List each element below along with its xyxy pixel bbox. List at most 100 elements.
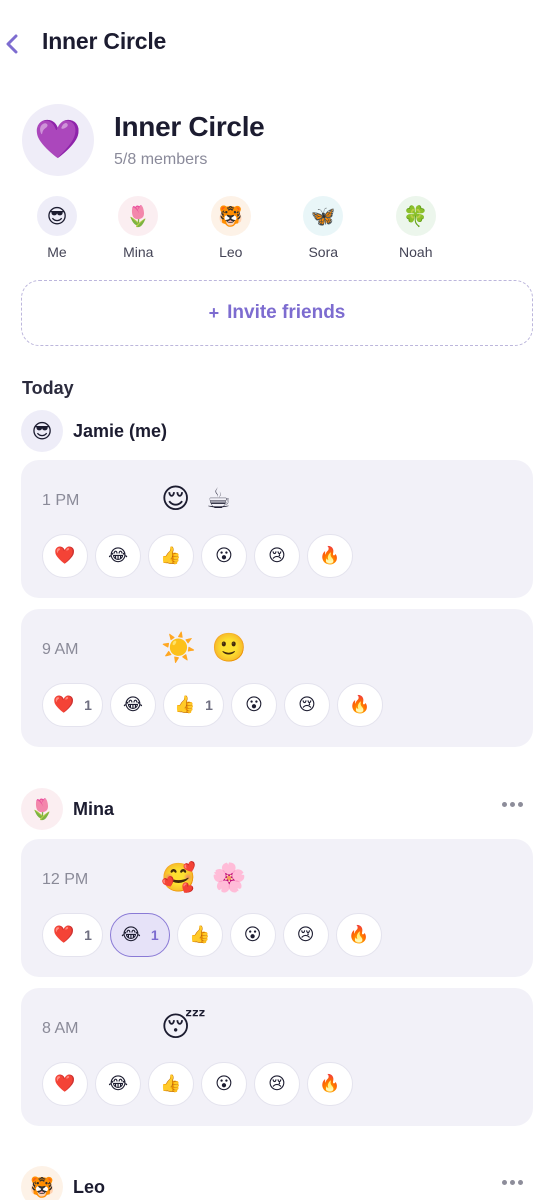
reaction-thumbs-up-button[interactable]: 👍 1 bbox=[162, 683, 224, 727]
reaction-bar: ❤️ 😂 👍 😮 😢 🔥 bbox=[42, 1062, 353, 1106]
heart-icon: ❤️ bbox=[54, 1074, 76, 1093]
fire-icon: 🔥 bbox=[348, 925, 370, 944]
group-name: Inner Circle bbox=[114, 111, 265, 142]
sad-icon: 😢 bbox=[296, 925, 315, 944]
reaction-wow-button[interactable]: 😮 bbox=[230, 683, 277, 727]
reaction-count: 1 bbox=[84, 927, 92, 943]
reaction-sad-button[interactable]: 😢 bbox=[254, 534, 300, 578]
member-avatar: 🌷 bbox=[118, 196, 159, 236]
reaction-thumbs-up-button[interactable]: 👍 bbox=[148, 534, 194, 578]
post-emojis: 😴 bbox=[161, 1011, 210, 1042]
fire-icon: 🔥 bbox=[349, 695, 371, 714]
reaction-thumbs-up-button[interactable]: 👍 bbox=[176, 913, 223, 957]
reaction-wow-button[interactable]: 😮 bbox=[229, 913, 276, 957]
user-header-jamie: 😎 Jamie (me) bbox=[21, 410, 533, 452]
wow-icon: 😮 bbox=[215, 546, 233, 565]
reaction-laugh-button[interactable]: 😂 bbox=[109, 683, 156, 727]
reaction-laugh-button[interactable]: 😂 1 bbox=[109, 913, 170, 957]
heart-icon: ❤️ bbox=[54, 546, 76, 565]
laugh-icon: 😂 bbox=[108, 546, 128, 565]
sad-icon: 😢 bbox=[268, 546, 286, 565]
chevron-left-icon bbox=[6, 34, 18, 54]
member-me[interactable]: 😎 Me bbox=[22, 196, 92, 260]
wow-icon: 😮 bbox=[243, 925, 262, 944]
reaction-bar: ❤️ 😂 👍 😮 😢 🔥 bbox=[42, 534, 353, 578]
page-title: Inner Circle bbox=[42, 28, 167, 54]
post-card: 8 AM 😴 ❤️ 😂 👍 😮 😢 🔥 bbox=[21, 988, 533, 1126]
reaction-thumbs-up-button[interactable]: 👍 bbox=[148, 1062, 194, 1106]
post-card: 12 PM 🥰 🌸 ❤️ 1 😂 1 👍 😮 😢 🔥 bbox=[21, 839, 533, 977]
post-time: 12 PM bbox=[42, 871, 89, 888]
member-leo[interactable]: 🐯 Leo bbox=[185, 196, 278, 260]
more-options-icon[interactable] bbox=[502, 802, 523, 807]
member-list: 😎 Me 🌷 Mina 🐯 Leo 🦋 Sora 🍀 Noah bbox=[22, 196, 462, 260]
sad-icon: 😢 bbox=[268, 1074, 286, 1093]
avatar: 🌷 bbox=[21, 788, 63, 830]
post-emojis: 😌 ☕ bbox=[161, 483, 236, 514]
post-emojis: 🥰 🌸 bbox=[161, 862, 251, 893]
reaction-heart-button[interactable]: ❤️ bbox=[42, 534, 88, 578]
member-count: 5/8 members bbox=[114, 151, 208, 168]
reaction-sad-button[interactable]: 😢 bbox=[282, 913, 329, 957]
reaction-laugh-button[interactable]: 😂 bbox=[95, 534, 141, 578]
post-time: 8 AM bbox=[42, 1020, 79, 1037]
member-avatar: 🍀 bbox=[395, 196, 436, 236]
plus-icon: + bbox=[208, 302, 220, 323]
user-name: Jamie (me) bbox=[73, 420, 168, 441]
post-card: 1 PM 😌 ☕ ❤️ 😂 👍 😮 😢 🔥 bbox=[21, 460, 533, 598]
reaction-count: 1 bbox=[150, 927, 159, 943]
user-name: Leo bbox=[73, 1176, 106, 1197]
reaction-fire-button[interactable]: 🔥 bbox=[307, 1062, 353, 1106]
heart-icon: ❤️ bbox=[53, 925, 75, 944]
laugh-icon: 😂 bbox=[120, 925, 141, 944]
post-time: 9 AM bbox=[42, 641, 79, 658]
post-card: 9 AM ☀️ 🙂 ❤️ 1 😂 👍 1 😮 😢 🔥 bbox=[21, 609, 533, 747]
reaction-wow-button[interactable]: 😮 bbox=[201, 534, 247, 578]
more-options-icon[interactable] bbox=[502, 1180, 523, 1185]
reaction-count: 1 bbox=[84, 697, 92, 713]
member-avatar: 😎 bbox=[37, 196, 77, 236]
reaction-wow-button[interactable]: 😮 bbox=[201, 1062, 247, 1106]
reaction-heart-button[interactable]: ❤️ 1 bbox=[42, 683, 103, 727]
laugh-icon: 😂 bbox=[123, 695, 143, 714]
user-name: Mina bbox=[73, 798, 115, 819]
user-header-leo: 🐯 Leo bbox=[21, 1166, 533, 1200]
wow-icon: 😮 bbox=[215, 1074, 233, 1093]
invite-label: Invite friends bbox=[227, 302, 346, 323]
member-noah[interactable]: 🍀 Noah bbox=[370, 196, 463, 260]
reaction-bar: ❤️ 1 😂 1 👍 😮 😢 🔥 bbox=[42, 913, 382, 957]
heart-icon: ❤️ bbox=[53, 695, 75, 714]
sad-icon: 😢 bbox=[298, 695, 316, 714]
avatar: 😎 bbox=[21, 410, 63, 452]
invite-friends-button[interactable]: + Invite friends bbox=[21, 280, 533, 346]
reaction-heart-button[interactable]: ❤️ bbox=[42, 1062, 88, 1106]
reaction-fire-button[interactable]: 🔥 bbox=[336, 683, 383, 727]
member-name: Noah bbox=[399, 244, 433, 260]
reaction-laugh-button[interactable]: 😂 bbox=[95, 1062, 141, 1106]
fire-icon: 🔥 bbox=[319, 1074, 341, 1093]
group-avatar: 💜 bbox=[22, 104, 94, 176]
thumbs-up-icon: 👍 bbox=[173, 695, 196, 714]
member-avatar: 🐯 bbox=[210, 196, 251, 236]
avatar: 🐯 bbox=[21, 1166, 63, 1200]
back-button[interactable] bbox=[2, 28, 22, 60]
post-time: 1 PM bbox=[42, 492, 80, 509]
member-avatar: 🦋 bbox=[303, 196, 344, 236]
member-name: Sora bbox=[308, 244, 339, 260]
member-mina[interactable]: 🌷 Mina bbox=[92, 196, 185, 260]
member-name: Mina bbox=[123, 244, 154, 260]
reaction-sad-button[interactable]: 😢 bbox=[283, 683, 330, 727]
app-header: Inner Circle bbox=[0, 0, 554, 86]
reaction-heart-button[interactable]: ❤️ 1 bbox=[42, 913, 103, 957]
reaction-sad-button[interactable]: 😢 bbox=[254, 1062, 300, 1106]
member-name: Me bbox=[47, 244, 67, 260]
member-sora[interactable]: 🦋 Sora bbox=[277, 196, 370, 260]
fire-icon: 🔥 bbox=[319, 546, 341, 565]
post-emojis: ☀️ 🙂 bbox=[161, 632, 251, 663]
reaction-fire-button[interactable]: 🔥 bbox=[307, 534, 353, 578]
reaction-count: 1 bbox=[205, 697, 213, 713]
reaction-fire-button[interactable]: 🔥 bbox=[335, 913, 382, 957]
group-header: 💜 Inner Circle 5/8 members bbox=[22, 104, 265, 176]
reaction-bar: ❤️ 1 😂 👍 1 😮 😢 🔥 bbox=[42, 683, 383, 727]
section-today: Today bbox=[22, 378, 74, 398]
